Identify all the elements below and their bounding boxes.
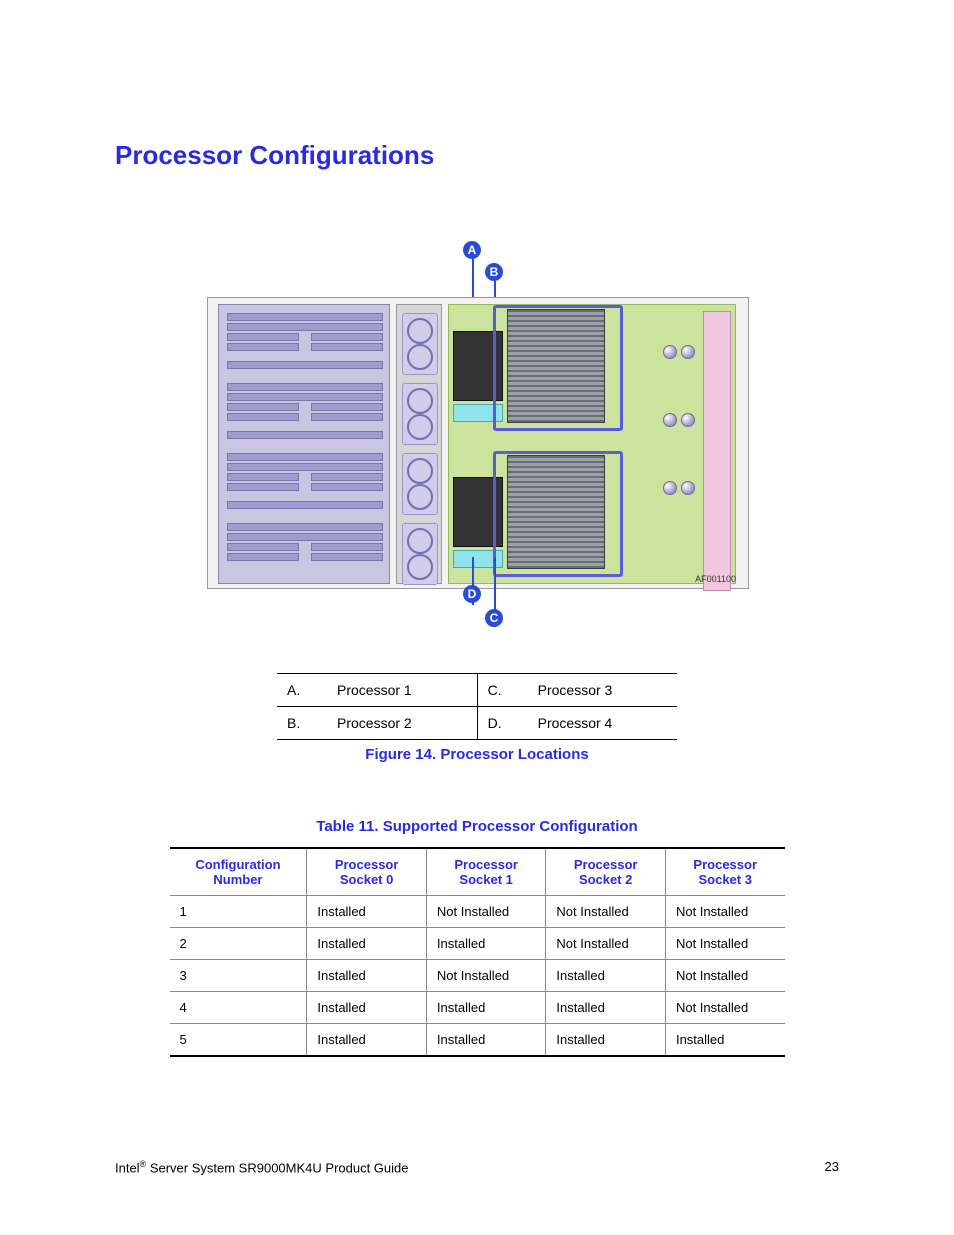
footer-title: Intel® Server System SR9000MK4U Product …: [115, 1159, 409, 1175]
figure-legend: A. Processor 1 C. Processor 3 B. Process…: [277, 673, 677, 740]
table-row: 1 Installed Not Installed Not Installed …: [170, 896, 785, 928]
legend-label: Processor 2: [327, 707, 477, 740]
config-table: Configuration Number Processor Socket 0 …: [170, 847, 785, 1057]
cell: Not Installed: [546, 896, 666, 928]
fan-column: [396, 304, 442, 584]
cell: Installed: [307, 928, 427, 960]
legend-letter: C.: [477, 674, 528, 707]
processor-board: [448, 304, 736, 584]
cell: Not Installed: [426, 896, 546, 928]
cell: Installed: [307, 896, 427, 928]
callout-a: A: [463, 241, 481, 259]
legend-letter: B.: [277, 707, 327, 740]
table-caption: Table 11. Supported Processor Configurat…: [115, 818, 839, 835]
table-header: Processor Socket 3: [665, 848, 784, 896]
cell: 5: [170, 1024, 307, 1057]
callout-b: B: [485, 263, 503, 281]
cell: 2: [170, 928, 307, 960]
page-number: 23: [825, 1159, 839, 1175]
cell: Not Installed: [665, 928, 784, 960]
legend-label: Processor 3: [528, 674, 677, 707]
figure-caption: Figure 14. Processor Locations: [207, 746, 747, 763]
table-row: 5 Installed Installed Installed Installe…: [170, 1024, 785, 1057]
io-panel: [703, 311, 731, 591]
legend-label: Processor 1: [327, 674, 477, 707]
cell: Installed: [307, 1024, 427, 1057]
section-heading: Processor Configurations: [115, 140, 839, 171]
callout-c: C: [485, 609, 503, 627]
processor-2: [453, 455, 603, 567]
callout-d: D: [463, 585, 481, 603]
table-row: 4 Installed Installed Installed Not Inst…: [170, 992, 785, 1024]
cell: Not Installed: [665, 896, 784, 928]
legend-letter: A.: [277, 674, 327, 707]
cell: 1: [170, 896, 307, 928]
cell: Not Installed: [665, 992, 784, 1024]
cell: Installed: [665, 1024, 784, 1057]
cell: Installed: [546, 1024, 666, 1057]
cell: Installed: [307, 992, 427, 1024]
cell: Installed: [546, 960, 666, 992]
table-row: 2 Installed Installed Not Installed Not …: [170, 928, 785, 960]
legend-label: Processor 4: [528, 707, 677, 740]
processor-1: [453, 309, 603, 421]
chassis: AF001100: [207, 297, 749, 589]
table-row: 3 Installed Not Installed Installed Not …: [170, 960, 785, 992]
cell: Installed: [426, 992, 546, 1024]
processor-location-figure: A B: [207, 241, 747, 763]
page-footer: Intel® Server System SR9000MK4U Product …: [115, 1159, 839, 1175]
cell: 3: [170, 960, 307, 992]
cell: Not Installed: [665, 960, 784, 992]
cell: Not Installed: [426, 960, 546, 992]
cell: Not Installed: [546, 928, 666, 960]
cell: 4: [170, 992, 307, 1024]
table-header: Processor Socket 0: [307, 848, 427, 896]
cell: Installed: [426, 928, 546, 960]
table-header: Configuration Number: [170, 848, 307, 896]
cell: Installed: [546, 992, 666, 1024]
table-header: Processor Socket 1: [426, 848, 546, 896]
cell: Installed: [307, 960, 427, 992]
table-header: Processor Socket 2: [546, 848, 666, 896]
legend-letter: D.: [477, 707, 528, 740]
cell: Installed: [426, 1024, 546, 1057]
dimm-area: [218, 304, 390, 584]
